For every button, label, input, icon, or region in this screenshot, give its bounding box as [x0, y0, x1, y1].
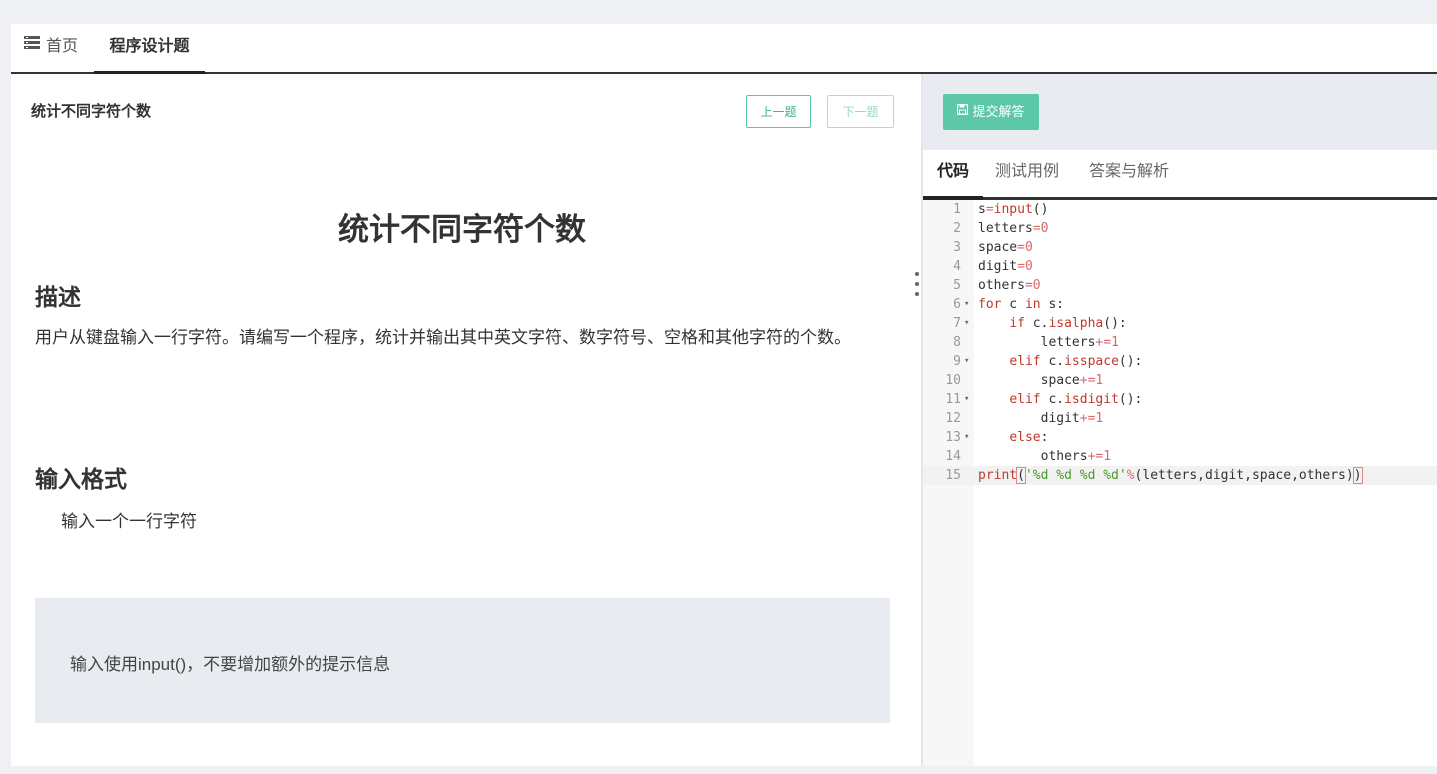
code-text: letters+=1: [978, 335, 1119, 350]
input-format-heading: 输入格式: [35, 466, 127, 492]
line-number: 8: [953, 335, 961, 350]
question-header-title: 统计不同字符个数: [31, 103, 152, 120]
page-tab-bar: 首页 程序设计题: [11, 24, 1437, 74]
code-text: digit=0: [978, 259, 1033, 274]
code-line[interactable]: 3 space=0: [923, 238, 1437, 257]
line-number: 13: [945, 430, 961, 445]
fold-arrow-icon[interactable]: ▾: [964, 295, 969, 314]
hint-text: 输入使用input()，不要增加额外的提示信息: [70, 655, 391, 674]
line-number: 11: [945, 392, 961, 407]
code-line[interactable]: 14 others+=1: [923, 447, 1437, 466]
code-text: s=input(): [978, 202, 1049, 217]
tab-programming-question[interactable]: 程序设计题: [94, 24, 205, 74]
code-line[interactable]: 9 ▾ elif c.isspace():: [923, 352, 1437, 371]
submit-answer-button[interactable]: 提交解答: [943, 94, 1039, 130]
line-number: 2: [953, 221, 961, 236]
fold-arrow-icon[interactable]: ▾: [964, 352, 969, 371]
line-number: 14: [945, 449, 961, 464]
hint-box: 输入使用input()，不要增加额外的提示信息: [35, 598, 890, 723]
prev-question-button[interactable]: 上一题: [746, 95, 811, 128]
line-number: 6: [953, 297, 961, 312]
code-line[interactable]: 10 space+=1: [923, 371, 1437, 390]
code-line[interactable]: 12 digit+=1: [923, 409, 1437, 428]
code-line[interactable]: 5 others=0: [923, 276, 1437, 295]
line-number: 7: [953, 316, 961, 331]
code-text: others+=1: [978, 449, 1112, 464]
code-text: letters=0: [978, 221, 1049, 236]
code-tab-bar: 代码 测试用例 答案与解析: [923, 150, 1437, 200]
code-text: digit+=1: [978, 411, 1104, 426]
tab-home-label: 首页: [46, 38, 79, 55]
code-line[interactable]: 13 ▾ else:: [923, 428, 1437, 447]
code-line[interactable]: 8 letters+=1: [923, 333, 1437, 352]
resize-handle-icon[interactable]: [915, 272, 919, 308]
code-text: if c.isalpha():: [1009, 316, 1127, 331]
line-number: 3: [953, 240, 961, 255]
next-question-button[interactable]: 下一题: [827, 95, 894, 128]
code-panel: 提交解答 代码 测试用例 答案与解析 1 s=input() 2 letters=0 3…: [923, 74, 1437, 766]
question-title: 统计不同字符个数: [338, 212, 586, 247]
list-icon: [24, 22, 40, 68]
code-line[interactable]: 6 ▾ for c in s:: [923, 295, 1437, 314]
code-text: elif c.isspace():: [1009, 354, 1143, 369]
code-line[interactable]: 1 s=input(): [923, 200, 1437, 219]
top-strip: [0, 0, 1437, 10]
line-number: 9: [953, 354, 961, 369]
code-line[interactable]: 15 print('%d %d %d %d'%(letters,digit,spa…: [923, 466, 1437, 485]
code-text: others=0: [978, 278, 1041, 293]
line-number: 5: [953, 278, 961, 293]
description-text: 用户从键盘输入一行字符。请编写一个程序，统计并输出其中英文字符、数字符号、空格和…: [35, 328, 851, 347]
line-number: 10: [945, 373, 961, 388]
input-format-text: 输入一个一行字符: [61, 512, 197, 531]
code-line[interactable]: 11 ▾ elif c.isdigit():: [923, 390, 1437, 409]
line-number: 4: [953, 259, 961, 274]
tab-code[interactable]: 代码: [923, 150, 983, 200]
code-text: for c in s:: [978, 297, 1065, 312]
line-number: 1: [953, 202, 961, 217]
code-text: elif c.isdigit():: [1009, 392, 1143, 407]
code-text: print('%d %d %d %d'%(letters,digit,space…: [978, 467, 1363, 484]
line-number: 12: [945, 411, 961, 426]
line-number: 15: [945, 468, 961, 483]
tab-answer-analysis[interactable]: 答案与解析: [1089, 150, 1169, 197]
description-heading: 描述: [35, 284, 81, 310]
code-line[interactable]: 4 digit=0: [923, 257, 1437, 276]
tab-test-cases[interactable]: 测试用例: [995, 150, 1059, 197]
code-text: space+=1: [978, 373, 1104, 388]
fold-arrow-icon[interactable]: ▾: [964, 314, 969, 333]
tab-home[interactable]: 首页: [24, 24, 78, 72]
code-editor[interactable]: 1 s=input() 2 letters=0 3 space=0 4 digit=0 5 oth…: [923, 200, 1437, 766]
code-line[interactable]: 2 letters=0: [923, 219, 1437, 238]
bottom-strip: [0, 766, 1437, 774]
fold-arrow-icon[interactable]: ▾: [964, 428, 969, 447]
fold-arrow-icon[interactable]: ▾: [964, 390, 969, 409]
code-line[interactable]: 7 ▾ if c.isalpha():: [923, 314, 1437, 333]
code-text: space=0: [978, 240, 1033, 255]
code-text: else:: [1009, 430, 1049, 445]
save-icon: [957, 93, 969, 129]
question-panel: 统计不同字符个数 上一题 下一题 统计不同字符个数 描述 用户从键盘输入一行字符…: [11, 74, 921, 766]
submit-answer-label: 提交解答: [972, 104, 1025, 119]
